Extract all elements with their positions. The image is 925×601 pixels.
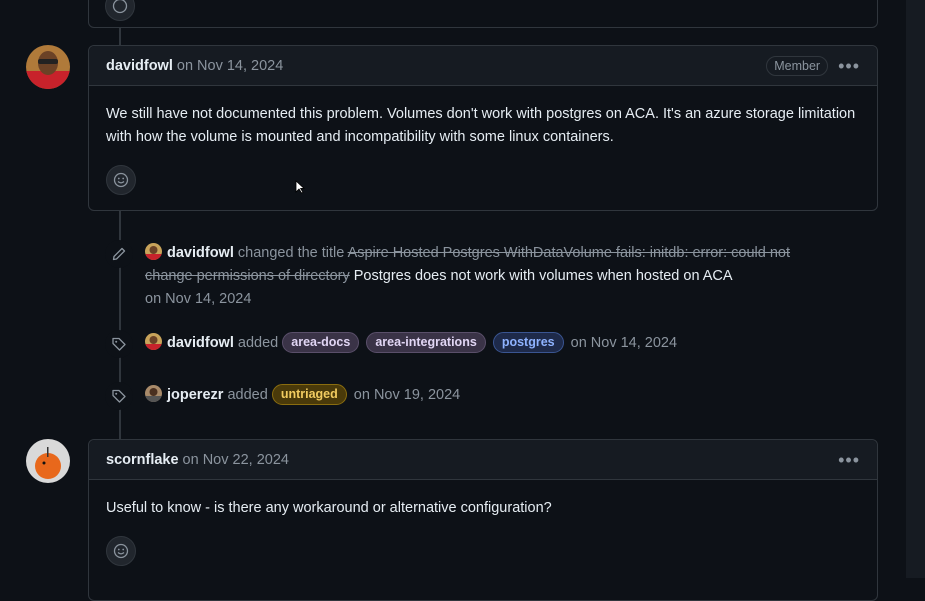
pencil-icon bbox=[105, 240, 133, 268]
avatar[interactable] bbox=[26, 45, 70, 89]
event-author[interactable]: davidfowl bbox=[167, 335, 234, 351]
comment-author[interactable]: davidfowl bbox=[106, 58, 173, 74]
comment-header: davidfowl on Nov 14, 2024 Member ••• bbox=[89, 46, 877, 86]
kebab-horizontal-icon[interactable]: ••• bbox=[838, 451, 860, 469]
event-action: added bbox=[227, 387, 268, 403]
avatar[interactable] bbox=[145, 333, 162, 350]
previous-comment-card bbox=[88, 0, 878, 28]
smiley-icon bbox=[112, 0, 128, 14]
comment-body: Useful to know - is there any workaround… bbox=[89, 480, 877, 582]
avatar[interactable] bbox=[145, 385, 162, 402]
comment-card: davidfowl on Nov 14, 2024 Member ••• We … bbox=[88, 45, 878, 211]
tag-icon bbox=[105, 330, 133, 358]
label-area-integrations[interactable]: area-integrations bbox=[366, 332, 486, 353]
comment-card: scornflake on Nov 22, 2024 ••• Useful to… bbox=[88, 439, 878, 601]
kebab-horizontal-icon[interactable]: ••• bbox=[838, 57, 860, 75]
member-badge: Member bbox=[766, 55, 829, 76]
avatar[interactable] bbox=[26, 439, 70, 483]
avatar-image bbox=[26, 439, 70, 483]
event-author[interactable]: joperezr bbox=[167, 387, 223, 403]
timeline-connector bbox=[119, 26, 121, 46]
title-change-event: davidfowl changed the title Aspire Hoste… bbox=[145, 242, 835, 311]
avatar[interactable] bbox=[145, 243, 162, 260]
label-untriaged[interactable]: untriaged bbox=[271, 384, 347, 405]
comment-body: We still have not documented this proble… bbox=[89, 86, 877, 211]
label-postgres[interactable]: postgres bbox=[492, 332, 564, 353]
event-action: changed the title bbox=[237, 245, 345, 261]
add-reaction-button[interactable] bbox=[105, 0, 135, 21]
label-event: joperezr added untriaged on Nov 19, 2024 bbox=[145, 384, 460, 407]
comment-date[interactable]: on Nov 14, 2024 bbox=[177, 58, 283, 74]
label-event: davidfowl added area-docs area-integrati… bbox=[145, 332, 677, 355]
event-action: added bbox=[237, 335, 279, 351]
avatar-image bbox=[26, 45, 70, 89]
add-reaction-button[interactable] bbox=[106, 536, 136, 566]
event-date[interactable]: on Nov 14, 2024 bbox=[145, 291, 251, 307]
mouse-cursor-icon bbox=[295, 180, 305, 194]
smiley-icon bbox=[113, 543, 129, 559]
comment-text: Useful to know - is there any workaround… bbox=[106, 500, 552, 516]
comment-date[interactable]: on Nov 22, 2024 bbox=[183, 452, 289, 468]
event-date[interactable]: on Nov 14, 2024 bbox=[571, 335, 677, 351]
smiley-icon bbox=[113, 172, 129, 188]
tag-icon bbox=[105, 382, 133, 410]
event-date[interactable]: on Nov 19, 2024 bbox=[354, 387, 460, 403]
right-scrollbar-gutter bbox=[906, 0, 925, 578]
event-author[interactable]: davidfowl bbox=[167, 245, 234, 261]
new-title: Postgres does not work with volumes when… bbox=[353, 268, 733, 284]
comment-author[interactable]: scornflake bbox=[106, 452, 179, 468]
label-area-docs[interactable]: area-docs bbox=[282, 332, 360, 353]
comment-header: scornflake on Nov 22, 2024 ••• bbox=[89, 440, 877, 480]
comment-text: We still have not documented this proble… bbox=[106, 106, 856, 145]
add-reaction-button[interactable] bbox=[106, 165, 136, 195]
